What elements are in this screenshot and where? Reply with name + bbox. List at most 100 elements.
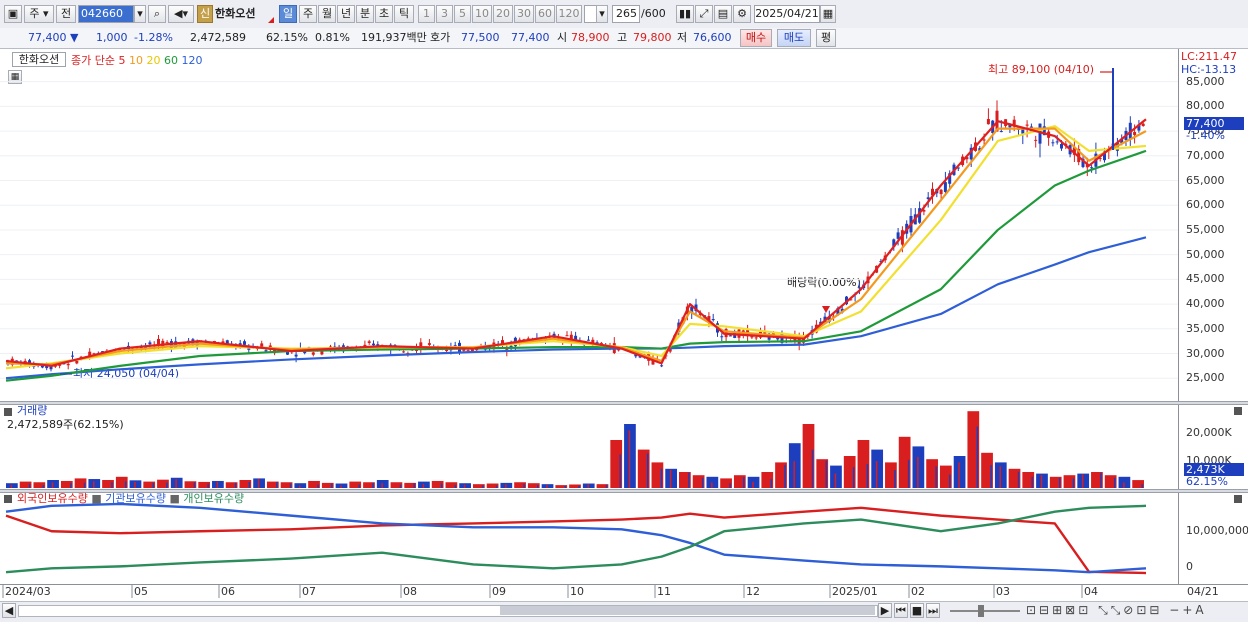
- stock-tag[interactable]: 한화오션: [12, 52, 66, 67]
- scroll-right-icon[interactable]: ▶: [878, 603, 892, 618]
- jump-start-icon[interactable]: ⏮: [894, 603, 908, 618]
- zoom-slider-handle[interactable]: [978, 605, 984, 617]
- ask-price: 77,500: [461, 31, 500, 44]
- interval-60[interactable]: 60: [535, 5, 555, 23]
- x-axis-label: 11: [657, 585, 671, 598]
- high-annotation: 최고 89,100 (04/10): [988, 63, 1095, 76]
- scroll-thumb[interactable]: [500, 606, 875, 615]
- open-label: 시: [557, 31, 568, 44]
- ma20-legend: 20: [146, 54, 161, 67]
- current-price-value: 77,400: [28, 31, 67, 44]
- volume-value-text: 2,472,589주(62.15%): [7, 418, 124, 431]
- jump-end-icon[interactable]: ⏭: [926, 603, 940, 618]
- gear-icon[interactable]: ⚙: [733, 5, 751, 23]
- x-axis-label: 04: [1084, 585, 1098, 598]
- low-price: 76,600: [693, 31, 732, 44]
- interval-5[interactable]: 5: [454, 5, 471, 23]
- interval-1[interactable]: 1: [418, 5, 435, 23]
- x-axis-label: 2025/01: [832, 585, 878, 598]
- save-icon[interactable]: ▤: [714, 5, 732, 23]
- eval-button[interactable]: 평: [816, 29, 836, 47]
- price-tick-label: 85,000: [1186, 74, 1225, 88]
- panel-handle-icon[interactable]: [4, 495, 12, 503]
- candle-type-icon[interactable]: ▮▮: [676, 5, 694, 23]
- volume-title[interactable]: 거래량: [17, 404, 47, 418]
- interval-20[interactable]: 20: [493, 5, 513, 23]
- tab-yearly[interactable]: 년: [337, 5, 355, 23]
- x-axis-label: 2024/03: [5, 585, 51, 598]
- x-axis-label: 02: [911, 585, 925, 598]
- draw-tool-icon[interactable]: ⤢: [695, 5, 713, 23]
- tab-tick[interactable]: 틱: [394, 5, 414, 23]
- interval-10[interactable]: 10: [472, 5, 492, 23]
- price-tick-label: 35,000: [1186, 321, 1225, 335]
- tab-weekly[interactable]: 주: [299, 5, 317, 23]
- turnover-rate: 0.81%: [315, 31, 350, 44]
- interval-30[interactable]: 30: [514, 5, 534, 23]
- open-price: 78,900: [571, 31, 610, 44]
- market-select[interactable]: 주 ▾: [24, 5, 54, 23]
- close-panel-icon[interactable]: [1234, 495, 1242, 503]
- count-input[interactable]: 265: [612, 5, 640, 23]
- window-menu-icon[interactable]: ▣: [4, 5, 22, 23]
- close-panel-icon[interactable]: [1234, 407, 1242, 415]
- interval-dropdown-icon[interactable]: ▾: [596, 5, 608, 23]
- hoga-label: 호가: [430, 31, 451, 44]
- x-axis-label: 06: [221, 585, 235, 598]
- volume-ratio: 62.15%: [266, 31, 308, 44]
- ma-legend-label: 종가 단순: [71, 54, 115, 67]
- lc-label: LC:211.47: [1181, 50, 1238, 63]
- holdings-panel[interactable]: [0, 493, 1178, 584]
- price-panel[interactable]: [0, 49, 1178, 401]
- x-axis-label: 07: [302, 585, 316, 598]
- low-label: 저: [677, 31, 688, 44]
- stock-code-input[interactable]: 042660: [78, 5, 134, 23]
- grid-toggle-icon[interactable]: ▦: [8, 70, 22, 84]
- ma60-legend: 60: [163, 54, 178, 67]
- tab-daily[interactable]: 일: [279, 5, 297, 23]
- stock-name[interactable]: 한화오션: [215, 5, 255, 23]
- holdings-legend[interactable]: 외국인보유수량 ■ 기관보유수량 ■ 개인보유수량: [17, 492, 244, 505]
- x-axis: [0, 584, 1248, 601]
- price-change: 1,000: [96, 31, 128, 44]
- interval-3[interactable]: 3: [436, 5, 453, 23]
- ma-legend[interactable]: 종가 단순 5 10 20 60 120: [71, 54, 202, 67]
- code-dropdown-icon[interactable]: ▾: [134, 5, 146, 23]
- volume-pct-tag: 62.15%: [1186, 475, 1228, 488]
- search-icon[interactable]: ⌕: [148, 5, 166, 23]
- date-input[interactable]: 2025/04/21: [754, 5, 820, 23]
- tab-second[interactable]: 초: [375, 5, 393, 23]
- tab-minute[interactable]: 분: [356, 5, 374, 23]
- x-axis-label: 08: [403, 585, 417, 598]
- stop-icon[interactable]: ■: [910, 603, 924, 618]
- foreign-holdings-legend: 외국인보유수량: [17, 492, 88, 505]
- institution-holdings-legend: 기관보유수량: [105, 492, 166, 505]
- sell-button[interactable]: 매도: [777, 29, 811, 47]
- chevron-down-icon: ▾: [39, 7, 49, 20]
- interval-120[interactable]: 120: [556, 5, 582, 23]
- panel-handle-icon[interactable]: [4, 408, 12, 416]
- ma5-legend: 5: [118, 54, 126, 67]
- trade-amount: 191,937백만: [361, 31, 427, 44]
- current-price: 77,400 ▼: [28, 29, 78, 47]
- price-tick-label: 70,000: [1186, 148, 1225, 162]
- price-tick-label: 50,000: [1186, 247, 1225, 261]
- zoom-slider[interactable]: [950, 610, 1020, 612]
- tab-monthly[interactable]: 월: [318, 5, 336, 23]
- all-button[interactable]: 전: [56, 5, 76, 23]
- x-axis-label: 03: [996, 585, 1010, 598]
- bid-price: 77,400: [511, 31, 550, 44]
- speaker-icon[interactable]: ◀▾: [168, 5, 194, 23]
- individual-holdings-legend: 개인보유수량: [183, 492, 245, 505]
- down-arrow-icon: ▼: [66, 31, 79, 44]
- calendar-icon[interactable]: ▦: [820, 5, 836, 23]
- x-axis-label: 05: [134, 585, 148, 598]
- high-price: 79,800: [633, 31, 672, 44]
- low-annotation: 최저 24,050 (04/04): [73, 367, 180, 380]
- volume-panel[interactable]: [0, 405, 1178, 489]
- scroll-left-icon[interactable]: ◀: [2, 603, 16, 618]
- price-tick-label: 55,000: [1186, 222, 1225, 236]
- price-tick-label: 25,000: [1186, 371, 1225, 385]
- bottom-tool-icons[interactable]: ⊡⊟⊞⊠⊡ ⤡⤡⊘⊡⊟ −+A: [1026, 602, 1207, 619]
- buy-button[interactable]: 매수: [740, 29, 772, 47]
